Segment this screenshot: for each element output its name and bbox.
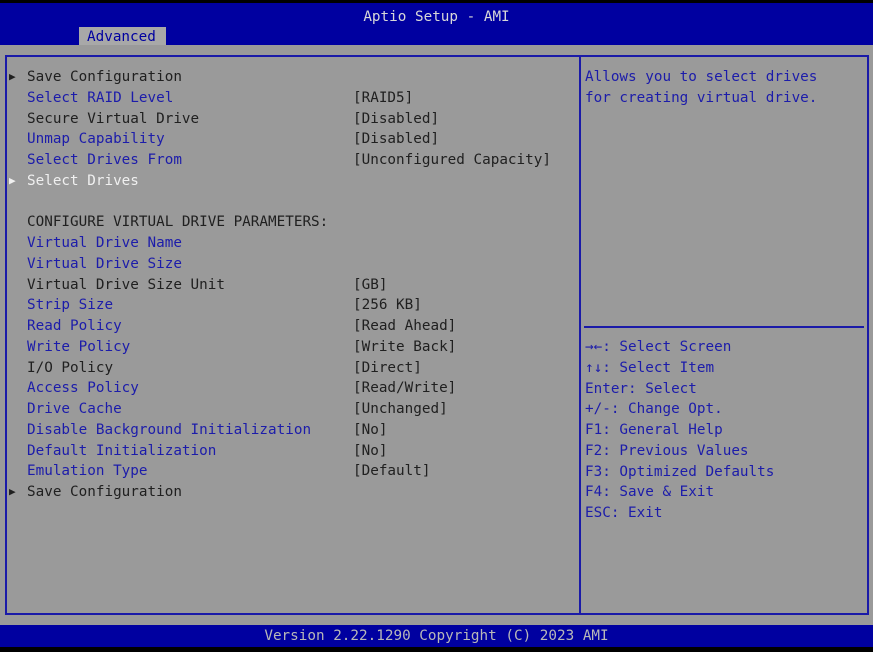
setting-label: Virtual Drive Name <box>27 235 182 251</box>
setting-row[interactable]: Disable Background Initialization [No] <box>7 420 579 441</box>
setting-value[interactable]: [Unconfigured Capacity] <box>353 150 551 171</box>
setting-label: Disable Background Initialization <box>27 421 312 438</box>
setting-row[interactable]: Virtual Drive Size <box>7 254 579 275</box>
key-hint: →←: Select Screen <box>585 339 732 355</box>
setting-value[interactable]: [No] <box>353 420 387 441</box>
setting-label: Select Drives <box>27 172 139 189</box>
setting-row[interactable]: Write Policy [Write Back] <box>7 337 579 358</box>
setting-label: Write Policy <box>27 338 131 355</box>
setting-label: Read Policy <box>27 318 122 334</box>
key-hint: F1: General Help <box>585 422 723 438</box>
setting-value[interactable]: [Write Back] <box>353 337 456 358</box>
setting-label: Select RAID Level <box>27 89 174 106</box>
setting-row[interactable]: ▶ Save Configuration <box>7 67 579 88</box>
app-title: Aptio Setup - AMI <box>363 9 510 25</box>
setting-value[interactable]: [RAID5] <box>353 88 413 109</box>
setting-row[interactable]: ▶ Select Drives <box>7 171 579 192</box>
submenu-arrow-icon: ▶ <box>9 173 16 187</box>
key-hint: ↑↓: Select Item <box>585 359 715 376</box>
setting-row[interactable]: Read Policy [Read Ahead] <box>7 316 579 337</box>
help-divider <box>584 326 864 328</box>
setting-value[interactable]: [256 KB] <box>353 295 422 316</box>
settings-panel: ▶ Save Configuration Select RAID Level [RAI… <box>5 55 581 615</box>
setting-label: Secure Virtual Drive <box>27 110 200 127</box>
setting-label: Unmap Capability <box>27 131 165 148</box>
setting-label: CONFIGURE VIRTUAL DRIVE PARAMETERS: <box>27 214 329 231</box>
setting-label: Strip Size <box>27 297 114 314</box>
key-hint: ESC: Exit <box>585 505 663 521</box>
setting-label: Save Configuration <box>27 69 182 85</box>
setting-row <box>7 192 579 213</box>
setting-value[interactable]: [GB] <box>353 275 387 296</box>
key-hint: F4: Save & Exit <box>585 484 715 501</box>
footer-version: Version 2.22.1290 Copyright (C) 2023 AMI <box>0 625 873 647</box>
setting-value[interactable]: [Unchanged] <box>353 399 448 420</box>
setting-row[interactable]: Emulation Type [Default] <box>7 461 579 482</box>
setting-row: CONFIGURE VIRTUAL DRIVE PARAMETERS: <box>7 212 579 233</box>
setting-value[interactable]: [Disabled] <box>353 109 439 130</box>
setting-label: Save Configuration <box>27 484 182 500</box>
header-bar: Aptio Setup - AMI Advanced <box>0 3 873 48</box>
setting-row[interactable]: Strip Size [256 KB] <box>7 295 579 316</box>
setting-row[interactable]: Default Initialization [No] <box>7 441 579 462</box>
main-area: ▶ Save Configuration Select RAID Level [RAI… <box>0 45 873 625</box>
setting-label: I/O Policy <box>27 359 114 376</box>
setting-label: Default Initialization <box>27 442 217 459</box>
setting-row: I/O Policy [Direct] <box>7 358 579 379</box>
setting-label: Virtual Drive Size <box>27 255 182 272</box>
setting-label: Drive Cache <box>27 401 122 417</box>
key-hint: F3: Optimized Defaults <box>585 463 775 480</box>
submenu-arrow-icon: ▶ <box>9 485 16 498</box>
setting-row[interactable]: ▶ Save Configuration <box>7 482 579 503</box>
help-description: Allows you to select drives for creating… <box>585 69 818 106</box>
setting-label: Access Policy <box>27 380 139 397</box>
setting-row: Secure Virtual Drive [Disabled] <box>7 109 579 130</box>
key-hint: Enter: Select <box>585 380 697 397</box>
setting-label: Select Drives From <box>27 152 182 168</box>
setting-row[interactable]: Select Drives From [Unconfigured Capacity… <box>7 150 579 171</box>
help-panel: Allows you to select drives for creating… <box>579 55 869 615</box>
submenu-arrow-icon: ▶ <box>9 70 16 83</box>
setting-value[interactable]: [Read Ahead] <box>353 316 456 337</box>
setting-row: Virtual Drive Size Unit [GB] <box>7 275 579 296</box>
setting-label: Virtual Drive Size Unit <box>27 276 225 293</box>
setting-row[interactable]: Drive Cache [Unchanged] <box>7 399 579 420</box>
setting-value[interactable]: [Default] <box>353 461 430 482</box>
setting-value[interactable]: [Disabled] <box>353 129 439 150</box>
setting-value[interactable]: [Direct] <box>353 358 422 379</box>
setting-row[interactable]: Unmap Capability [Disabled] <box>7 129 579 150</box>
setting-row[interactable]: Select RAID Level [RAID5] <box>7 88 579 109</box>
setting-label: Emulation Type <box>27 463 148 480</box>
setting-row[interactable]: Virtual Drive Name <box>7 233 579 254</box>
setting-value[interactable]: [Read/Write] <box>353 378 456 399</box>
setting-row[interactable]: Access Policy [Read/Write] <box>7 378 579 399</box>
key-hint: F2: Previous Values <box>585 442 749 459</box>
setting-value[interactable]: [No] <box>353 441 387 462</box>
key-hint: +/-: Change Opt. <box>585 401 723 418</box>
